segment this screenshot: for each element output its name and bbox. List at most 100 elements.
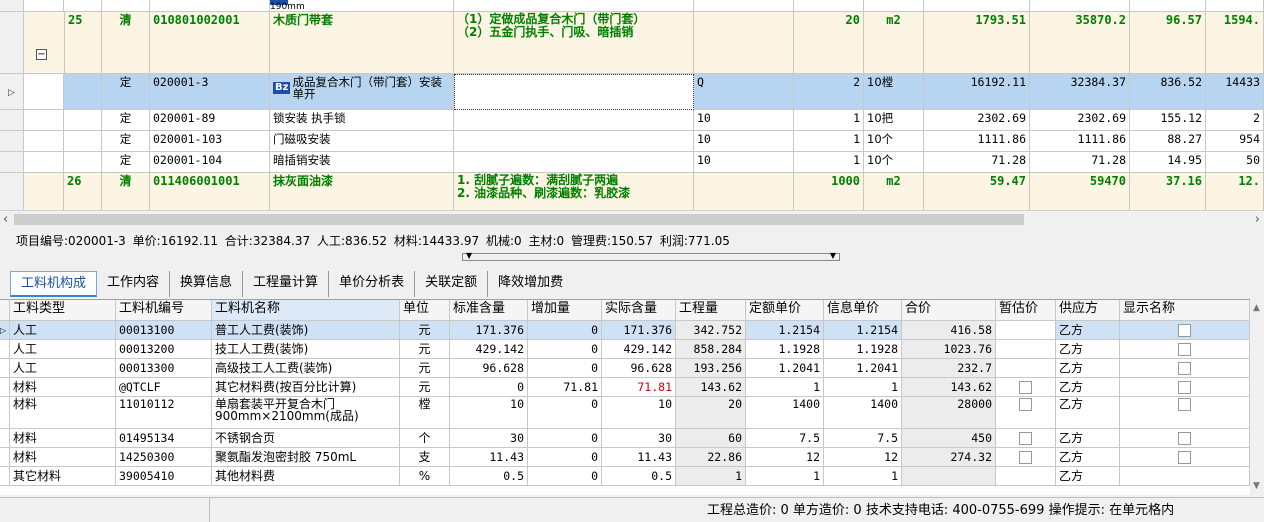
cell-display-name[interactable] (1120, 378, 1250, 397)
scroll-right-icon[interactable]: › (1255, 211, 1260, 228)
cell-type[interactable]: 材料 (10, 429, 116, 448)
cell-name[interactable]: 其他材料费 (212, 467, 400, 486)
cell-actual-content[interactable]: 96.628 (602, 359, 676, 378)
col-header-quota-price[interactable]: 定额单价 (746, 300, 824, 321)
bill-code[interactable]: 010801002001 (153, 13, 240, 27)
col-header-quantity[interactable]: 工程量 (676, 300, 746, 321)
table-row[interactable]: 其它材料 39005410 其他材料费 % 0.5 0 0.5 1 1 1 乙方 (0, 467, 1264, 486)
quantity-expression[interactable]: 10 (697, 153, 711, 167)
quantity[interactable]: 1 (853, 111, 860, 125)
cell-actual-content[interactable]: 0.5 (602, 467, 676, 486)
cell-info-price[interactable]: 1400 (824, 397, 902, 429)
table-row[interactable]: 人工 00013200 技工人工费(装饰) 元 429.142 0 429.14… (0, 340, 1264, 359)
table-row-quota[interactable]: 定 020001-89 锁安装 执手锁 10 1 10把 2302.69 230… (0, 110, 1264, 131)
feature-edit-cell[interactable] (454, 74, 694, 110)
quota-name[interactable]: 成品复合木门（带门套）安装 单开 (292, 75, 442, 101)
cell-provisional[interactable] (996, 378, 1056, 397)
scrollbar-thumb[interactable] (14, 214, 1024, 225)
cell-std-content[interactable]: 11.43 (450, 448, 528, 467)
quantity-expression[interactable]: 10 (697, 132, 711, 146)
cell-std-content[interactable]: 96.628 (450, 359, 528, 378)
checkbox[interactable] (1178, 381, 1191, 394)
cell-type[interactable]: 材料 (10, 397, 116, 429)
tab-related-quota[interactable]: 关联定额 (415, 271, 489, 297)
cell-std-content[interactable]: 30 (450, 429, 528, 448)
bill-name[interactable]: 木质门带套 (273, 13, 333, 27)
cell-type[interactable]: 材料 (10, 448, 116, 467)
cell-unit[interactable]: 元 (400, 359, 450, 378)
col-header-added[interactable]: 增加量 (528, 300, 602, 321)
quota-name[interactable]: 锁安装 执手锁 (273, 111, 346, 125)
table-row[interactable]: 人工 00013300 高级技工人工费(装饰) 元 96.628 0 96.62… (0, 359, 1264, 378)
cell-unit[interactable]: % (400, 467, 450, 486)
cell-supplier[interactable]: 乙方 (1056, 397, 1120, 429)
cell-code[interactable]: 01495134 (116, 429, 212, 448)
cell-supplier[interactable]: 乙方 (1056, 321, 1120, 340)
cell-unit[interactable]: 樘 (400, 397, 450, 429)
cell-info-price[interactable]: 1.2041 (824, 359, 902, 378)
table-row[interactable]: 材料 11010112 单扇套装平开复合木门 900mm×2100mm(成品) … (0, 397, 1264, 429)
cell-display-name[interactable] (1120, 429, 1250, 448)
cell-code[interactable]: 00013100 (116, 321, 212, 340)
cell-name[interactable]: 高级技工人工费(装饰) (212, 359, 400, 378)
cell-added[interactable]: 0 (528, 321, 602, 340)
cell-type[interactable]: 人工 (10, 359, 116, 378)
cell-type[interactable]: 其它材料 (10, 467, 116, 486)
table-row[interactable]: 材料 01495134 不锈钢合页 个 30 0 30 60 7.5 7.5 4… (0, 429, 1264, 448)
scroll-down-icon[interactable]: ▼ (1253, 481, 1260, 491)
cell-name[interactable]: 技工人工费(装饰) (212, 340, 400, 359)
cell-type[interactable]: 材料 (10, 378, 116, 397)
checkbox[interactable] (1178, 451, 1191, 464)
cell-supplier[interactable]: 乙方 (1056, 378, 1120, 397)
cell-name[interactable]: 聚氨酯发泡密封胶 750mL (212, 448, 400, 467)
table-row-quota-selected[interactable]: ▷ 定 020001-3 Bz 成品复合木门（带门套）安装 单开 Q 2 10樘… (0, 74, 1264, 110)
cell-quota-price[interactable]: 1.2154 (746, 321, 824, 340)
table-row-selected[interactable]: ▷ 人工 00013100 普工人工费(装饰) 元 171.376 0 171.… (0, 321, 1264, 340)
checkbox[interactable] (1178, 324, 1191, 337)
cell-std-content[interactable]: 429.142 (450, 340, 528, 359)
col-header-unit[interactable]: 单位 (400, 300, 450, 321)
cell-std-content[interactable]: 171.376 (450, 321, 528, 340)
table-row[interactable]: 190mm (0, 0, 1264, 12)
cell-info-price[interactable]: 7.5 (824, 429, 902, 448)
cell-code[interactable]: 11010112 (116, 397, 212, 429)
table-row-quota[interactable]: 定 020001-104 暗插销安装 10 1 10个 71.28 71.28 … (0, 152, 1264, 173)
col-header-actual-content[interactable]: 实际含量 (602, 300, 676, 321)
quota-name[interactable]: 暗插销安装 (273, 153, 331, 167)
cell-name[interactable]: 普工人工费(装饰) (212, 321, 400, 340)
cell-code[interactable]: @QTCLF (116, 378, 212, 397)
cell-supplier[interactable]: 乙方 (1056, 340, 1120, 359)
checkbox[interactable] (1178, 362, 1191, 375)
cell-code[interactable]: 14250300 (116, 448, 212, 467)
tab-work-content[interactable]: 工作内容 (97, 271, 171, 297)
cell-code[interactable]: 00013200 (116, 340, 212, 359)
cell-display-name[interactable] (1120, 397, 1250, 429)
scroll-left-icon[interactable]: ‹ (3, 211, 8, 228)
checkbox[interactable] (1019, 381, 1032, 394)
bill-feature[interactable]: （1）定做成品复合木门（带门套） （2）五金门执手、门吸、暗插销 (457, 12, 645, 39)
cell-added[interactable]: 0 (528, 429, 602, 448)
cell-quota-price[interactable]: 1 (746, 467, 824, 486)
col-header-provisional[interactable]: 暂估价 (996, 300, 1056, 321)
quota-code[interactable]: 020001-3 (153, 75, 208, 89)
table-row[interactable]: 材料 14250300 聚氨酯发泡密封胶 750mL 支 11.43 0 11.… (0, 448, 1264, 467)
cell-supplier[interactable]: 乙方 (1056, 359, 1120, 378)
quantity-expression[interactable]: Q (697, 75, 704, 89)
cell-actual-content[interactable]: 30 (602, 429, 676, 448)
cell-supplier[interactable]: 乙方 (1056, 429, 1120, 448)
col-header-display-name[interactable]: 显示名称 (1120, 300, 1250, 321)
cell-actual-content[interactable]: 10 (602, 397, 676, 429)
table-row-quota[interactable]: 定 020001-103 门磁吸安装 10 1 10个 1111.86 1111… (0, 131, 1264, 152)
cell-added[interactable]: 0 (528, 397, 602, 429)
checkbox[interactable] (1019, 398, 1032, 411)
col-header-name[interactable]: 工料机名称 (212, 300, 400, 321)
cell-unit[interactable]: 元 (400, 321, 450, 340)
cell-quota-price[interactable]: 12 (746, 448, 824, 467)
tab-efficiency-fee[interactable]: 降效增加费 (488, 271, 573, 297)
col-header-info-price[interactable]: 信息单价 (824, 300, 902, 321)
quantity[interactable]: 1000 (831, 174, 860, 188)
quota-code[interactable]: 020001-103 (153, 132, 222, 146)
bill-name[interactable]: 抹灰面油漆 (273, 174, 333, 188)
cell-quota-price[interactable]: 1.2041 (746, 359, 824, 378)
cell-std-content[interactable]: 0 (450, 378, 528, 397)
